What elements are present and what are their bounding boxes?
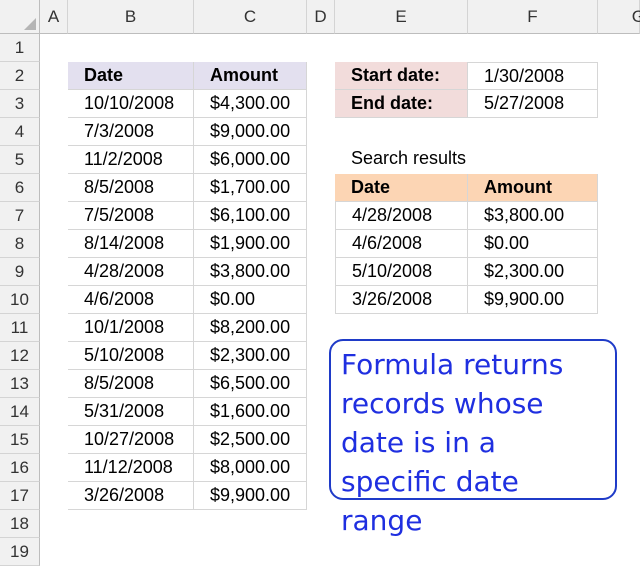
results-date-cell[interactable]: 4/6/2008: [335, 230, 468, 258]
main-table-date-cell[interactable]: 11/12/2008: [68, 454, 194, 482]
row-header-5[interactable]: 5: [0, 146, 40, 174]
main-table-amount-cell[interactable]: $9,900.00: [194, 482, 307, 510]
column-header-g-label: G: [631, 6, 640, 26]
main-table-amount-cell[interactable]: $6,500.00: [194, 370, 307, 398]
results-header-date[interactable]: Date: [335, 174, 468, 202]
row-header-3[interactable]: 3: [0, 90, 40, 118]
results-amount-cell[interactable]: $2,300.00: [468, 258, 598, 286]
column-header-g[interactable]: G: [598, 0, 640, 34]
main-table-amount-cell[interactable]: $0.00: [194, 286, 307, 314]
row-header-17[interactable]: 17: [0, 482, 40, 510]
main-table-date-cell[interactable]: 11/2/2008: [68, 146, 194, 174]
main-table-date-cell[interactable]: 8/5/2008: [68, 174, 194, 202]
row-header-14[interactable]: 14: [0, 398, 40, 426]
main-table-date-cell[interactable]: 7/5/2008: [68, 202, 194, 230]
column-header-c[interactable]: C: [194, 0, 307, 34]
results-header-amount[interactable]: Amount: [468, 174, 598, 202]
row-header-4[interactable]: 4: [0, 118, 40, 146]
column-header-f[interactable]: F: [468, 0, 598, 34]
column-header-d[interactable]: D: [307, 0, 335, 34]
row-header-15[interactable]: 15: [0, 426, 40, 454]
row-header-7[interactable]: 7: [0, 202, 40, 230]
results-amount-cell[interactable]: $9,900.00: [468, 286, 598, 314]
results-amount-cell[interactable]: $0.00: [468, 230, 598, 258]
row-header-16[interactable]: 16: [0, 454, 40, 482]
row-header-1[interactable]: 1: [0, 34, 40, 62]
main-table-header-date[interactable]: Date: [68, 62, 194, 90]
main-table-date-cell[interactable]: 8/14/2008: [68, 230, 194, 258]
row-header-18[interactable]: 18: [0, 510, 40, 538]
main-table-amount-cell[interactable]: $8,200.00: [194, 314, 307, 342]
row-header-9[interactable]: 9: [0, 258, 40, 286]
column-header-a[interactable]: A: [40, 0, 68, 34]
row-header-10[interactable]: 10: [0, 286, 40, 314]
main-table-date-cell[interactable]: 8/5/2008: [68, 370, 194, 398]
main-table-date-cell[interactable]: 10/27/2008: [68, 426, 194, 454]
main-table-amount-cell[interactable]: $8,000.00: [194, 454, 307, 482]
main-table-header-amount[interactable]: Amount: [194, 62, 307, 90]
column-header-b[interactable]: B: [68, 0, 194, 34]
search-results-title: Search results: [351, 148, 467, 168]
end-date-label[interactable]: End date:: [335, 90, 468, 118]
main-table-amount-cell[interactable]: $1,900.00: [194, 230, 307, 258]
main-table-amount-cell[interactable]: $2,500.00: [194, 426, 307, 454]
row-header-13[interactable]: 13: [0, 370, 40, 398]
row-header-12[interactable]: 12: [0, 342, 40, 370]
main-table-amount-cell[interactable]: $1,600.00: [194, 398, 307, 426]
select-all-triangle-icon: [24, 18, 36, 30]
callout-text: Formula returns records whose date is in…: [341, 348, 564, 537]
results-date-cell[interactable]: 4/28/2008: [335, 202, 468, 230]
select-all-corner[interactable]: [0, 0, 40, 34]
main-table-amount-cell[interactable]: $6,000.00: [194, 146, 307, 174]
main-table-date-cell[interactable]: 4/6/2008: [68, 286, 194, 314]
results-amount-cell[interactable]: $3,800.00: [468, 202, 598, 230]
main-table-date-cell[interactable]: 3/26/2008: [68, 482, 194, 510]
row-header-8[interactable]: 8: [0, 230, 40, 258]
row-header-6[interactable]: 6: [0, 174, 40, 202]
main-table-amount-cell[interactable]: $4,300.00: [194, 90, 307, 118]
main-table-amount-cell[interactable]: $3,800.00: [194, 258, 307, 286]
spreadsheet: A B C D E F G 1 2 3 4 5 6 7 8 9 10 11 12…: [0, 0, 640, 568]
start-date-label[interactable]: Start date:: [335, 62, 468, 90]
row-header-19[interactable]: 19: [0, 538, 40, 566]
main-table-amount-cell[interactable]: $1,700.00: [194, 174, 307, 202]
main-table-date-cell[interactable]: 10/1/2008: [68, 314, 194, 342]
callout-box[interactable]: Formula returns records whose date is in…: [329, 339, 617, 537]
main-table-date-cell[interactable]: 5/31/2008: [68, 398, 194, 426]
main-table-amount-cell[interactable]: $2,300.00: [194, 342, 307, 370]
end-date-value[interactable]: 5/27/2008: [468, 90, 598, 118]
main-table-date-cell[interactable]: 7/3/2008: [68, 118, 194, 146]
row-header-2[interactable]: 2: [0, 62, 40, 90]
start-date-value[interactable]: 1/30/2008: [468, 62, 598, 90]
column-header-e[interactable]: E: [335, 0, 468, 34]
results-date-cell[interactable]: 5/10/2008: [335, 258, 468, 286]
main-table-date-cell[interactable]: 4/28/2008: [68, 258, 194, 286]
main-table-date-cell[interactable]: 5/10/2008: [68, 342, 194, 370]
row-header-11[interactable]: 11: [0, 314, 40, 342]
results-date-cell[interactable]: 3/26/2008: [335, 286, 468, 314]
main-table-date-cell[interactable]: 10/10/2008: [68, 90, 194, 118]
main-table-amount-cell[interactable]: $9,000.00: [194, 118, 307, 146]
main-table-amount-cell[interactable]: $6,100.00: [194, 202, 307, 230]
